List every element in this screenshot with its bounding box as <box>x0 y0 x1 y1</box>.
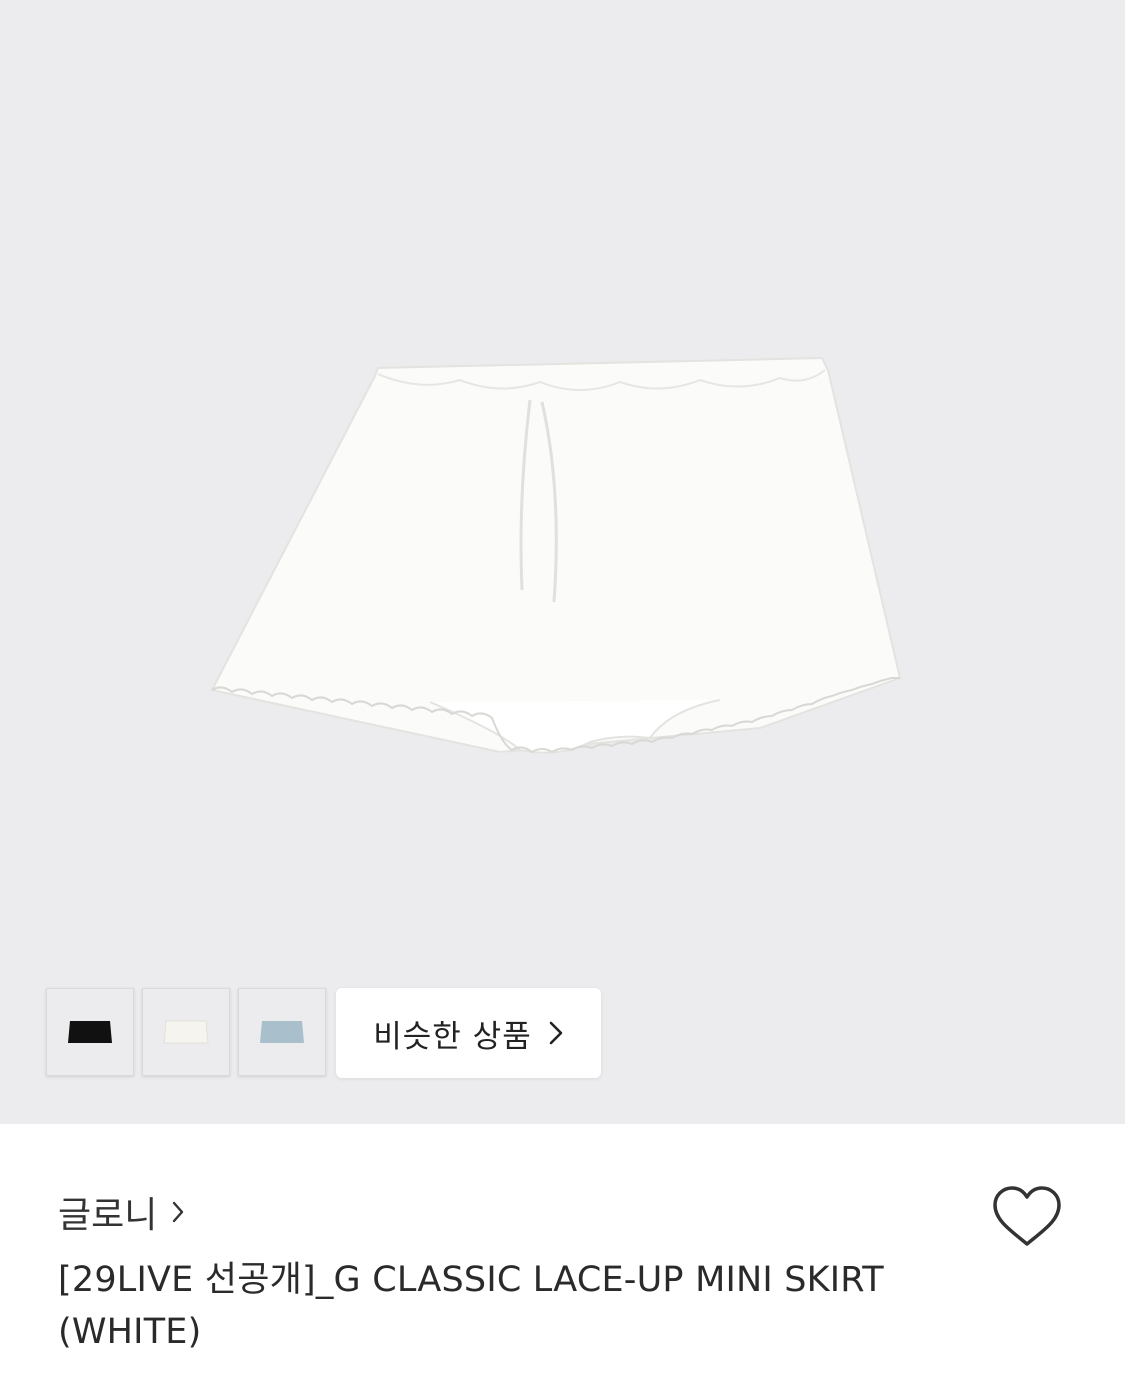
chevron-right-icon <box>549 1021 563 1045</box>
product-image[interactable] <box>200 340 920 780</box>
heart-icon[interactable] <box>990 1184 1064 1250</box>
brand-link[interactable]: 글로니 <box>58 1186 185 1238</box>
similar-products-label: 비슷한 상품 <box>373 1018 532 1055</box>
thumbnail-white[interactable] <box>142 988 230 1076</box>
product-image-area: 비슷한 상품 <box>0 0 1125 1124</box>
similar-products-button[interactable]: 비슷한 상품 <box>336 988 601 1078</box>
white-skirt-icon <box>163 1020 209 1044</box>
thumbnail-blue[interactable] <box>238 988 326 1076</box>
product-title: [29LIVE 선공개]_G CLASSIC LACE-UP MINI SKIR… <box>58 1260 884 1352</box>
color-thumbnails <box>46 988 326 1076</box>
black-skirt-icon <box>68 1021 112 1043</box>
blue-skirt-icon <box>260 1021 304 1043</box>
chevron-right-icon <box>173 1201 184 1223</box>
product-info: 글로니 [29LIVE 선공개]_G CLASSIC LACE-UP MINI … <box>0 1124 1125 1378</box>
brand-name: 글로니 <box>58 1195 158 1236</box>
thumbnail-black[interactable] <box>46 988 134 1076</box>
